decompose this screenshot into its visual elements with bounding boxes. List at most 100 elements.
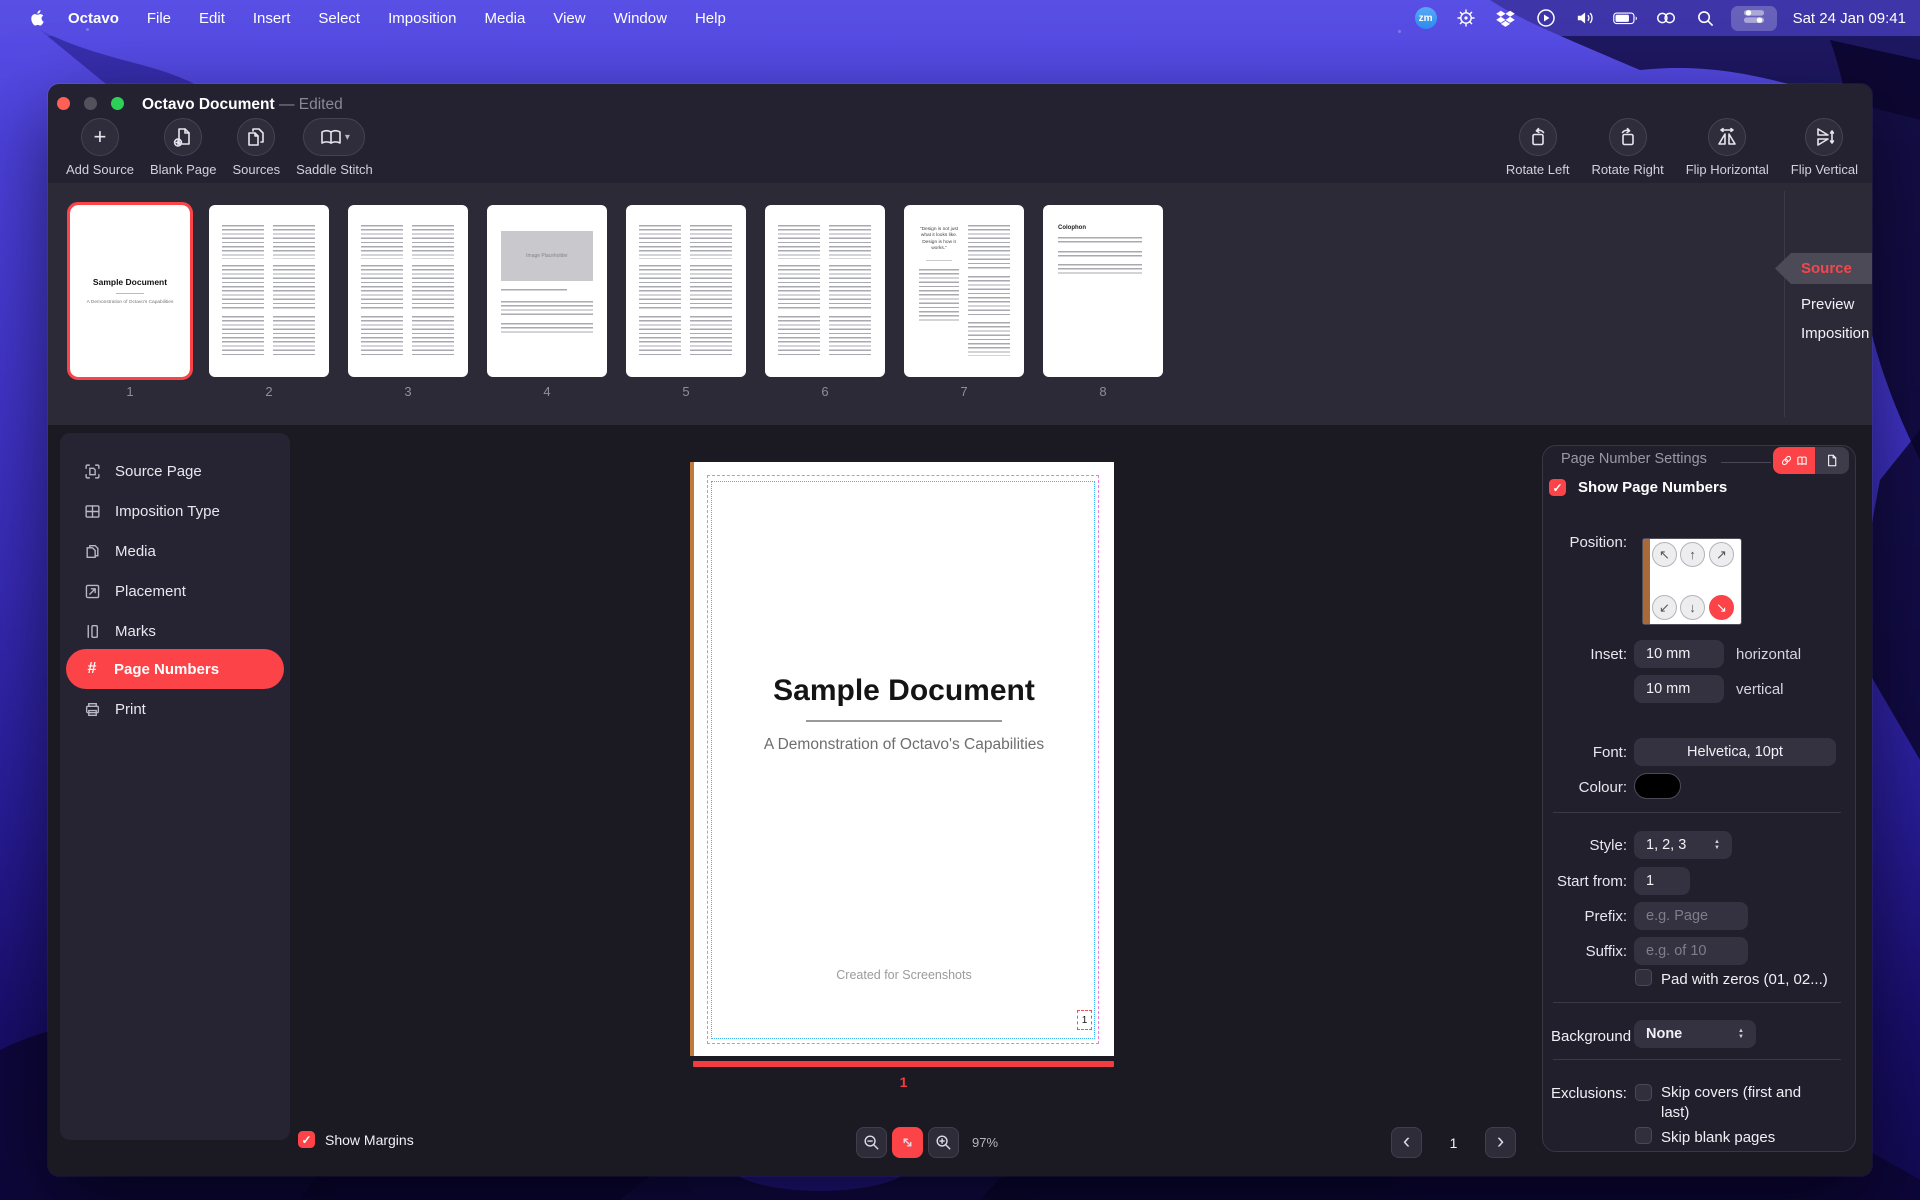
zoom-fit-button[interactable] [892, 1127, 923, 1158]
play-circle-icon[interactable] [1531, 6, 1561, 30]
menu-view[interactable]: View [541, 8, 597, 29]
position-bottom-right-button[interactable]: ↘ [1709, 595, 1734, 620]
inset-vertical-field[interactable]: 10 mm [1634, 675, 1724, 703]
thumbnail-page-5[interactable]: 5 [626, 205, 746, 399]
exclusions-label: Exclusions: [1551, 1084, 1627, 1104]
scope-single-page-segment[interactable] [1815, 447, 1849, 474]
menu-media[interactable]: Media [472, 8, 537, 29]
skip-blank-checkbox[interactable] [1635, 1127, 1652, 1144]
prefix-field[interactable]: e.g. Page [1634, 902, 1748, 930]
style-dropdown[interactable]: 1, 2, 3 ▲▼ [1634, 831, 1732, 859]
flip-vertical-button[interactable]: Flip Vertical [1791, 118, 1858, 177]
menu-file[interactable]: File [135, 8, 183, 29]
tab-preview[interactable]: Preview [1785, 290, 1872, 319]
sources-button[interactable]: Sources [232, 118, 280, 177]
menu-edit[interactable]: Edit [187, 8, 237, 29]
menu-imposition[interactable]: Imposition [376, 8, 468, 29]
dropbox-icon[interactable] [1491, 6, 1521, 30]
sidebar-item-label: Imposition Type [115, 503, 220, 520]
position-bottom-center-button[interactable]: ↓ [1680, 595, 1705, 620]
zoom-app-icon[interactable]: zm [1411, 6, 1441, 30]
position-top-right-button[interactable]: ↗ [1709, 542, 1734, 567]
sidebar-item-placement[interactable]: Placement [66, 571, 284, 611]
zoom-out-button[interactable] [856, 1127, 887, 1158]
colour-label: Colour: [1543, 779, 1627, 796]
thumbnail-page-3[interactable]: 3 [348, 205, 468, 399]
fit-to-window-icon [900, 1135, 915, 1150]
panel-title: Page Number Settings [1561, 451, 1707, 467]
background-dropdown[interactable]: None ▲▼ [1634, 1020, 1756, 1048]
rotate-right-button[interactable]: Flip Horizontal Rotate Right [1591, 118, 1663, 177]
position-top-left-button[interactable]: ↖ [1652, 542, 1677, 567]
zoom-in-button[interactable] [928, 1127, 959, 1158]
sidebar-item-marks[interactable]: Marks [66, 611, 284, 651]
thumbnail-page-8[interactable]: Colophon 8 [1043, 205, 1163, 399]
print-icon [84, 701, 101, 718]
suffix-label: Suffix: [1543, 943, 1627, 960]
thumbnail-1-page[interactable]: Sample Document A Demonstration of Octav… [70, 205, 190, 377]
tab-imposition[interactable]: Imposition [1785, 319, 1872, 348]
start-from-field[interactable]: 1 [1634, 867, 1690, 895]
close-button[interactable] [57, 97, 70, 110]
scope-spread-segment[interactable] [1773, 447, 1815, 474]
menu-help[interactable]: Help [683, 8, 738, 29]
suffix-field[interactable]: e.g. of 10 [1634, 937, 1748, 965]
thumbnail-page-6[interactable]: 6 [765, 205, 885, 399]
hotspot-link-icon[interactable] [1651, 6, 1681, 30]
edited-badge: Edited [299, 96, 343, 113]
page-number-settings-panel: Page Number Settings Show Page Numbers P… [1542, 445, 1856, 1152]
show-margins-checkbox[interactable]: Show Margins [298, 1131, 414, 1148]
position-bottom-left-button[interactable]: ↙ [1652, 595, 1677, 620]
flip-horizontal-button[interactable]: Flip Horizontal [1686, 118, 1769, 177]
volume-icon[interactable] [1571, 6, 1601, 30]
thumbnail-page-7[interactable]: "Design is not just what it looks like. … [904, 205, 1024, 399]
thumbnail-page-4[interactable]: Image Placeholder 4 [487, 205, 607, 399]
next-page-button[interactable]: › [1485, 1127, 1516, 1158]
menu-window[interactable]: Window [602, 8, 679, 29]
colour-swatch[interactable] [1634, 773, 1681, 799]
minimize-button[interactable] [84, 97, 97, 110]
pad-zeros-checkbox[interactable] [1635, 969, 1652, 986]
battery-icon[interactable] [1611, 6, 1641, 30]
menu-app-name[interactable]: Octavo [56, 8, 131, 29]
thumbnail-text-lines [778, 225, 820, 362]
saddle-stitch-book-icon: ▾ [303, 118, 365, 156]
position-top-center-button[interactable]: ↑ [1680, 542, 1705, 567]
show-page-numbers-checkbox[interactable]: Show Page Numbers [1549, 479, 1727, 496]
menu-insert[interactable]: Insert [241, 8, 303, 29]
thumbnail-page-2[interactable]: 2 [209, 205, 329, 399]
blank-page-icon [164, 118, 202, 156]
checkbox-checked-icon[interactable] [298, 1131, 315, 1148]
tab-source[interactable]: Source [1775, 253, 1872, 284]
sidebar-item-imposition-type[interactable]: Imposition Type [66, 491, 284, 531]
sidebar-item-page-numbers[interactable]: # Page Numbers [66, 649, 284, 689]
sidebar-item-media[interactable]: Media [66, 531, 284, 571]
skip-covers-checkbox[interactable] [1635, 1084, 1652, 1101]
menu-select[interactable]: Select [306, 8, 372, 29]
position-spine-indicator [1643, 539, 1650, 624]
rotate-left-button[interactable]: Rotate Left [1506, 118, 1570, 177]
spotlight-search-icon[interactable] [1691, 6, 1721, 30]
helm-icon[interactable] [1451, 6, 1481, 30]
previous-page-button[interactable]: ‹ [1391, 1127, 1422, 1158]
page-title: Sample Document [694, 674, 1114, 708]
blank-page-button[interactable]: Blank Page [150, 118, 217, 177]
add-source-button[interactable]: + Add Source [66, 118, 134, 177]
inset-horizontal-field[interactable]: 10 mm [1634, 640, 1724, 668]
skip-blank-label: Skip blank pages [1661, 1128, 1775, 1148]
rotate-left-icon [1519, 118, 1557, 156]
page-indicator[interactable]: 1 [1422, 1135, 1485, 1151]
thumbnail-strip: Sample Document A Demonstration of Octav… [48, 183, 1872, 425]
saddle-stitch-button[interactable]: ▾ Saddle Stitch [296, 118, 373, 177]
thumbnail-page-1[interactable]: Sample Document A Demonstration of Octav… [70, 205, 190, 399]
font-button[interactable]: Helvetica, 10pt [1634, 738, 1836, 766]
sidebar-item-print[interactable]: Print [66, 689, 284, 729]
thumbnail-text-lines [222, 225, 264, 362]
apple-menu-icon[interactable] [22, 6, 52, 30]
zoom-button[interactable] [111, 97, 124, 110]
menubar-clock[interactable]: Sat 24 Jan 09:41 [1787, 10, 1906, 27]
checkbox-checked-icon[interactable] [1549, 479, 1566, 496]
sidebar-item-source-page[interactable]: Source Page [66, 451, 284, 491]
control-center-icon[interactable] [1731, 6, 1777, 31]
pad-zeros-label: Pad with zeros (01, 02...) [1661, 970, 1828, 990]
